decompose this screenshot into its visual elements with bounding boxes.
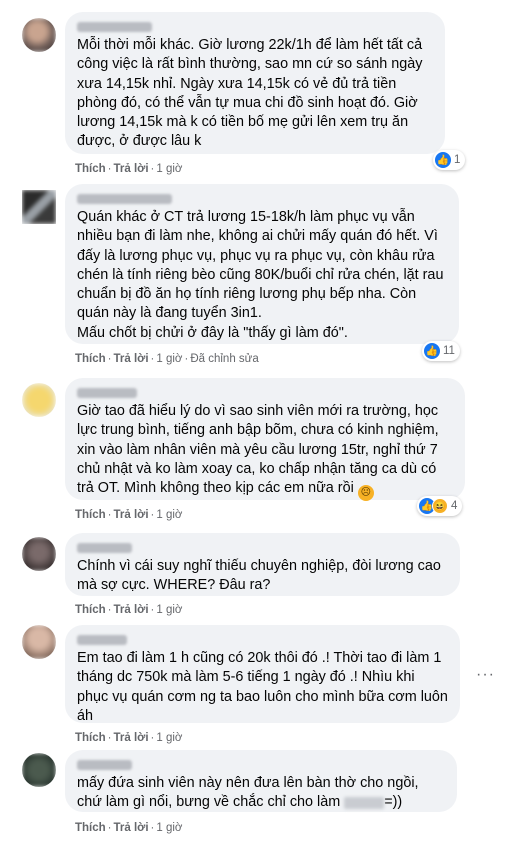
like-link[interactable]: Thích <box>75 353 106 365</box>
author-name[interactable] <box>77 758 445 772</box>
like-link[interactable]: Thích <box>75 732 106 744</box>
comment-text-after: =)) <box>384 794 403 811</box>
timestamp[interactable]: 1 giờ <box>156 163 182 175</box>
like-link[interactable]: Thích <box>75 822 106 834</box>
comment-bubble: Giờ tao đã hiểu lý do vì sao sinh viên m… <box>65 378 465 502</box>
timestamp[interactable]: 1 giờ <box>156 732 182 744</box>
comment-actions: Thích · Trả lời · 1 giờ <box>75 732 183 744</box>
comment-bubble: Chính vì cái suy nghĩ thiếu chuyên nghiệ… <box>65 533 460 596</box>
comment-text: Chính vì cái suy nghĩ thiếu chuyên nghiệ… <box>77 558 445 594</box>
comment-bubble: Quán khác ở CT trả lương 15-18k/h làm ph… <box>65 184 459 344</box>
comment-text: mấy đứa sinh viên này nên đưa lên bàn th… <box>77 774 445 813</box>
comment-bubble: Mỗi thời mỗi khác. Giờ lương 22k/1h để l… <box>65 12 445 154</box>
redacted-word <box>344 796 385 809</box>
comment-text: Em tao đi làm 1 h cũng có 20k thôi đó .!… <box>77 650 452 724</box>
timestamp[interactable]: 1 giờ <box>156 604 182 616</box>
reaction-count: 4 <box>451 500 458 512</box>
author-name[interactable] <box>77 633 448 647</box>
like-link[interactable]: Thích <box>75 509 106 521</box>
avatar[interactable] <box>22 18 56 52</box>
author-name[interactable] <box>77 20 433 34</box>
avatar[interactable] <box>22 190 56 224</box>
comment-bubble: mấy đứa sinh viên này nên đưa lên bàn th… <box>65 750 457 812</box>
reply-link[interactable]: Trả lời <box>114 509 149 521</box>
reply-link[interactable]: Trả lời <box>114 604 149 616</box>
comment-text-content: Giờ tao đã hiểu lý do vì sao sinh viên m… <box>77 403 443 497</box>
timestamp[interactable]: 1 giờ <box>156 509 182 521</box>
comment-text: Mỗi thời mỗi khác. Giờ lương 22k/1h để l… <box>77 37 427 150</box>
author-name[interactable] <box>77 386 453 400</box>
reply-link[interactable]: Trả lời <box>114 353 149 365</box>
comment-bubble: Em tao đi làm 1 h cũng có 20k thôi đó .!… <box>65 625 460 724</box>
comment-actions: Thích · Trả lời · 1 giờ <box>75 604 183 616</box>
avatar[interactable] <box>22 383 56 417</box>
comment-actions: Thích · Trả lời · 1 giờ <box>75 509 183 521</box>
comment-text: Quán khác ở CT trả lương 15-18k/h làm ph… <box>77 209 444 341</box>
comment-actions: Thích · Trả lời · 1 giờ <box>75 822 183 834</box>
like-icon: 👍 <box>424 343 440 359</box>
author-name[interactable] <box>77 541 448 555</box>
comment-actions: Thích · Trả lời · 1 giờ <box>75 163 183 175</box>
edited-label[interactable]: Đã chỉnh sửa <box>190 353 258 365</box>
avatar[interactable] <box>22 625 56 659</box>
like-link[interactable]: Thích <box>75 163 106 175</box>
reaction-count: 11 <box>443 345 455 357</box>
haha-icon: 😆 <box>432 498 448 514</box>
like-link[interactable]: Thích <box>75 604 106 616</box>
sad-emoji-icon: ☹ <box>357 485 374 502</box>
comment-text: Giờ tao đã hiểu lý do vì sao sinh viên m… <box>77 402 453 502</box>
more-options-icon[interactable]: ··· <box>476 666 495 684</box>
like-icon: 👍 <box>435 152 451 168</box>
reaction-summary[interactable]: 👍 😆 4 <box>417 496 463 516</box>
timestamp[interactable]: 1 giờ <box>156 353 182 365</box>
reaction-summary[interactable]: 👍 11 <box>422 341 460 361</box>
reply-link[interactable]: Trả lời <box>114 163 149 175</box>
reaction-count: 1 <box>454 154 461 166</box>
reply-link[interactable]: Trả lời <box>114 732 149 744</box>
reaction-summary[interactable]: 👍 1 <box>433 150 466 170</box>
avatar[interactable] <box>22 753 56 787</box>
author-name[interactable] <box>77 192 447 206</box>
comment-actions: Thích · Trả lời · 1 giờ · Đã chỉnh sửa <box>75 353 259 365</box>
reply-link[interactable]: Trả lời <box>114 822 149 834</box>
avatar[interactable] <box>22 537 56 571</box>
timestamp[interactable]: 1 giờ <box>156 822 182 834</box>
